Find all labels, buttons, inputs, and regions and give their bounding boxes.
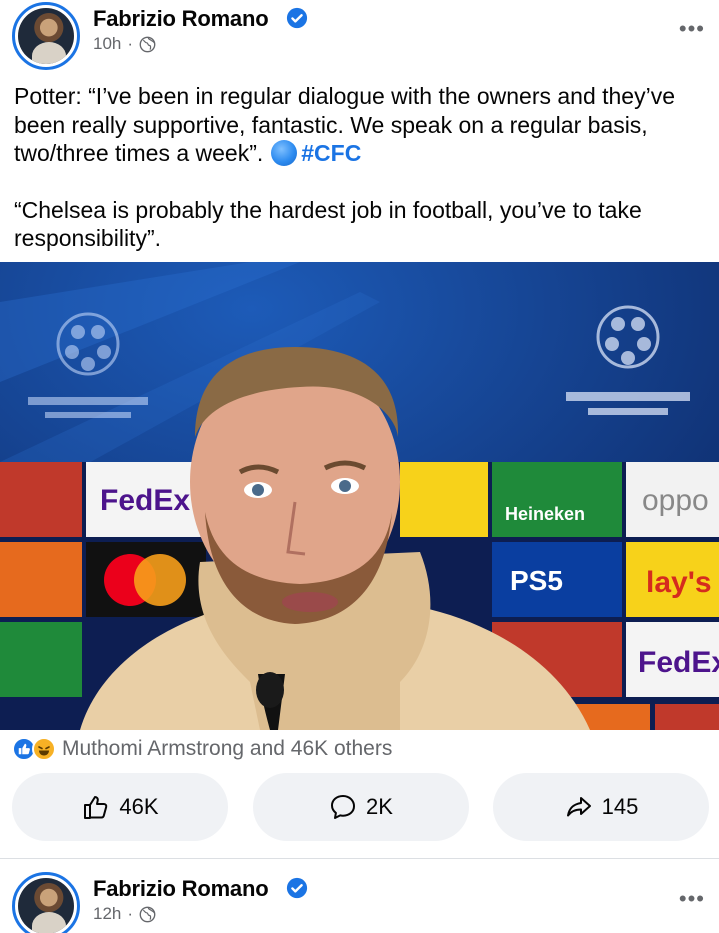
share-icon — [566, 797, 591, 817]
comment-count: 2K — [366, 794, 393, 819]
verified-badge-icon — [286, 7, 308, 29]
meta-separator-2: · — [127, 904, 134, 923]
globe-icon — [139, 906, 156, 922]
post-header-2: Fabrizio Romano 12h · ••• — [0, 870, 719, 933]
more-options-icon-2[interactable]: ••• — [679, 886, 705, 912]
post-meta: 10h · — [93, 34, 156, 54]
author-name[interactable]: Fabrizio Romano — [93, 6, 269, 32]
globe-icon — [139, 36, 156, 52]
post-text-end: two/three times a week”. — [14, 140, 264, 166]
more-options-icon[interactable]: ••• — [679, 16, 705, 42]
share-button[interactable]: 145 — [493, 773, 709, 841]
like-count: 46K — [119, 794, 159, 819]
blue-circle-emoji-icon — [271, 140, 298, 166]
lays-logo: lay's — [646, 566, 712, 599]
post-photo[interactable]: FedEx Heineken oppo PS5 lay's FedEx — [0, 262, 719, 730]
oppo-logo: oppo — [642, 484, 709, 517]
author-avatar[interactable] — [12, 2, 80, 70]
reactions-text[interactable]: Muthomi Armstrong and 46K others — [62, 737, 392, 761]
author-avatar-2[interactable] — [12, 872, 80, 933]
post-text: Potter: “I’ve been in regular dialogue w… — [14, 82, 714, 253]
action-bar: 46K 2K 145 — [12, 773, 709, 841]
post-time[interactable]: 10h — [93, 34, 121, 54]
press-conference-image: FedEx Heineken oppo PS5 lay's FedEx — [0, 262, 719, 730]
quote-line: “Chelsea is probably the hardest job in … — [14, 196, 642, 223]
author-name-2[interactable]: Fabrizio Romano — [93, 876, 269, 902]
verified-badge-icon — [286, 877, 308, 899]
comment-icon — [331, 795, 356, 819]
ps5-logo: PS5 — [510, 565, 563, 596]
fedex-logo: FedEx — [100, 484, 190, 517]
share-count: 145 — [601, 794, 639, 819]
post-meta-2: 12h · — [93, 904, 156, 924]
reactions-summary[interactable]: Muthomi Armstrong and 46K others — [12, 736, 392, 762]
post-text-line: Potter: “I’ve been in regular dialogue w… — [14, 83, 676, 109]
post-time-2[interactable]: 12h — [93, 904, 121, 924]
post-divider — [0, 858, 719, 859]
hashtag-link[interactable]: #CFC — [301, 140, 361, 166]
haha-reaction-icon — [32, 737, 56, 761]
post-header: Fabrizio Romano 10h · ••• — [0, 0, 719, 70]
post-text-line: been really supportive, fantastic. We sp… — [14, 111, 648, 138]
comment-button[interactable]: 2K — [252, 773, 469, 841]
quote-line: responsibility”. — [14, 225, 161, 251]
heineken-logo: Heineken — [505, 504, 585, 524]
thumbs-up-icon — [84, 796, 108, 819]
post-text-line: two/three times a week”. #CFC — [14, 139, 714, 168]
meta-separator: · — [127, 34, 134, 53]
fedex-logo-2: FedEx — [638, 646, 719, 679]
like-button[interactable]: 46K — [12, 773, 228, 841]
